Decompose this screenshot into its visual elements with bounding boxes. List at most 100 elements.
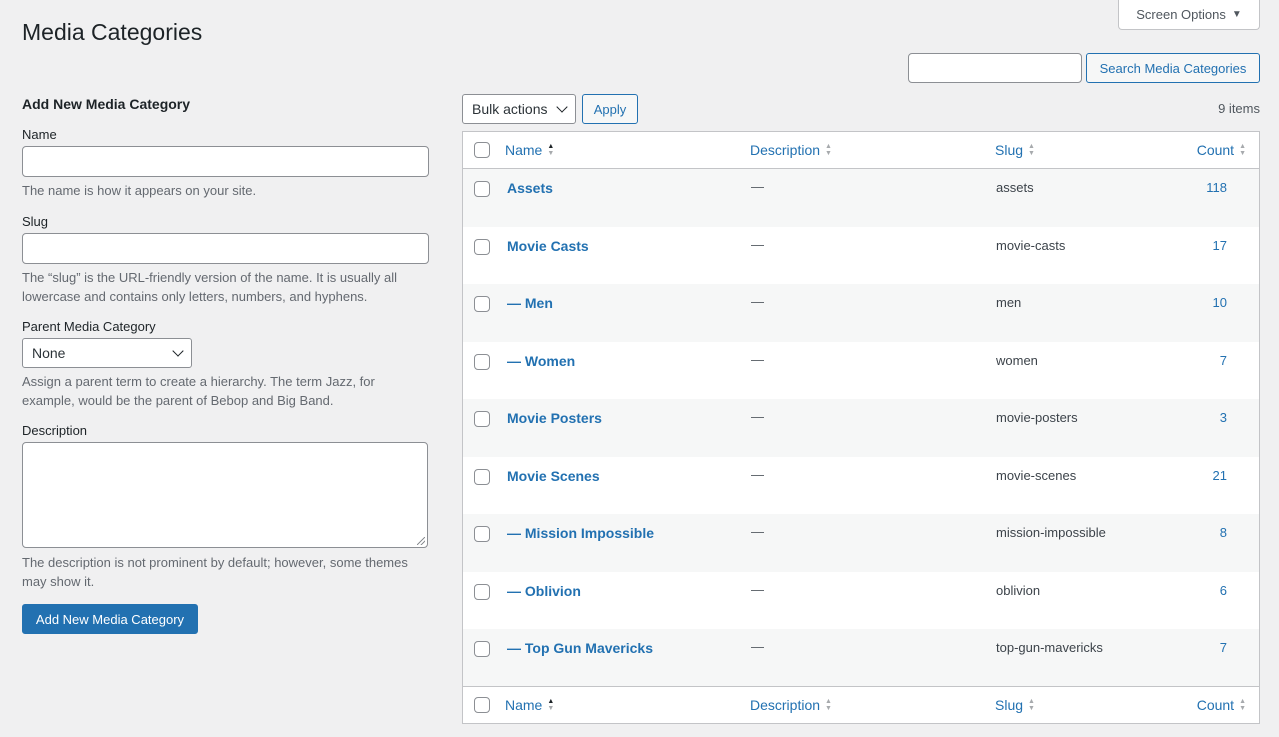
triangle-down-icon: ▼ bbox=[1231, 9, 1242, 20]
add-category-button[interactable]: Add New Media Category bbox=[22, 604, 198, 634]
table-header: Name ▲ ▼ Description ▲ ▼ Slug ▲ ▼ Count ▲ ▼ bbox=[463, 132, 1259, 169]
category-count-link[interactable]: 17 bbox=[1213, 238, 1227, 253]
category-count-link[interactable]: 7 bbox=[1220, 353, 1227, 368]
category-count-link[interactable]: 3 bbox=[1220, 410, 1227, 425]
row-checkbox[interactable] bbox=[474, 583, 490, 600]
category-name-link[interactable]: — Top Gun Mavericks bbox=[507, 640, 653, 656]
page-title: Media Categories bbox=[22, 19, 203, 45]
row-checkbox[interactable] bbox=[474, 641, 490, 657]
category-name-link[interactable]: Movie Casts bbox=[507, 238, 589, 254]
name-field[interactable] bbox=[22, 146, 429, 177]
table-footer: Name ▲ ▼ Description ▲ ▼ Slug ▲ ▼ Count ▲ ▼ bbox=[463, 686, 1259, 723]
sort-icon: ▲ ▼ bbox=[1028, 698, 1035, 712]
category-slug: movie-posters bbox=[996, 410, 1078, 425]
sort-icon: ▲ ▼ bbox=[1239, 698, 1246, 712]
column-description-label: Description bbox=[750, 142, 821, 158]
select-all-checkbox[interactable] bbox=[474, 142, 490, 158]
category-slug: movie-scenes bbox=[996, 467, 1077, 483]
select-all-checkbox[interactable] bbox=[474, 697, 490, 713]
category-description: — bbox=[751, 524, 764, 539]
category-count-link[interactable]: 118 bbox=[1206, 180, 1227, 195]
table-body: Assets — assets 118 Movie Casts — movie-casts 1… bbox=[463, 169, 1259, 687]
category-description: — bbox=[751, 639, 764, 654]
row-checkbox[interactable] bbox=[474, 526, 490, 542]
column-slug-label: Slug bbox=[995, 142, 1024, 158]
slug-field[interactable] bbox=[22, 233, 429, 264]
category-count-link[interactable]: 21 bbox=[1213, 468, 1227, 483]
table-row: — Women — women 7 bbox=[463, 342, 1259, 400]
table-row: Movie Posters — movie-posters 3 bbox=[463, 399, 1259, 457]
category-count-link[interactable]: 6 bbox=[1220, 583, 1227, 598]
row-checkbox[interactable] bbox=[474, 181, 490, 197]
category-name-link[interactable]: — Women bbox=[507, 353, 575, 369]
column-name-label: Name bbox=[505, 142, 543, 158]
column-slug-header[interactable]: Slug ▲ ▼ bbox=[995, 142, 1035, 158]
category-slug: mission-impossible bbox=[996, 525, 1106, 540]
category-name-link[interactable]: — Mission Impossible bbox=[507, 525, 654, 541]
column-slug-header[interactable]: Slug ▲ ▼ bbox=[995, 697, 1035, 713]
categories-table: Name ▲ ▼ Description ▲ ▼ Slug ▲ ▼ Count ▲ ▼ … bbox=[462, 131, 1260, 724]
column-count-header[interactable]: Count ▲ ▼ bbox=[1197, 697, 1246, 713]
table-row: Movie Scenes — movie-scenes 21 bbox=[463, 457, 1259, 515]
category-name-link[interactable]: — Oblivion bbox=[507, 583, 581, 599]
screen-options-label: Screen Options bbox=[1136, 7, 1226, 22]
category-slug: oblivion bbox=[996, 582, 1041, 598]
items-count: 9 items bbox=[1218, 101, 1260, 116]
column-name-header[interactable]: Name ▲ ▼ bbox=[505, 142, 554, 158]
category-name-link[interactable]: Movie Scenes bbox=[507, 468, 600, 484]
parent-hint: Assign a parent term to create a hierarc… bbox=[22, 374, 375, 408]
row-checkbox[interactable] bbox=[474, 353, 490, 370]
screen-options-button[interactable]: Screen Options ▼ bbox=[1118, 0, 1260, 30]
row-checkbox[interactable] bbox=[474, 296, 490, 312]
column-count-label: Count bbox=[1196, 142, 1235, 158]
name-label: Name bbox=[22, 127, 57, 142]
chevron-down-icon bbox=[172, 345, 184, 357]
table-row: — Top Gun Mavericks — top-gun-mavericks 7 bbox=[463, 629, 1259, 687]
category-name-link[interactable]: — Men bbox=[507, 295, 553, 311]
sort-icon: ▲ ▼ bbox=[547, 143, 555, 157]
search-button[interactable]: Search Media Categories bbox=[1086, 53, 1260, 83]
category-count-link[interactable]: 7 bbox=[1220, 640, 1227, 655]
column-count-header[interactable]: Count ▲ ▼ bbox=[1197, 142, 1246, 158]
category-count-link[interactable]: 10 bbox=[1213, 295, 1227, 310]
bulk-actions-select[interactable]: Bulk actions bbox=[462, 94, 576, 124]
slug-label: Slug bbox=[22, 214, 49, 229]
category-description: — bbox=[751, 581, 764, 597]
description-hint: The description is not prominent by defa… bbox=[22, 555, 408, 589]
parent-label: Parent Media Category bbox=[22, 319, 156, 334]
table-row: — Men — men 10 bbox=[463, 284, 1259, 342]
chevron-down-icon bbox=[556, 101, 568, 113]
resize-handle-icon[interactable] bbox=[417, 537, 425, 545]
category-slug: men bbox=[996, 295, 1022, 310]
sort-icon: ▲ ▼ bbox=[1028, 143, 1035, 157]
category-name-link[interactable]: Assets bbox=[507, 180, 553, 196]
column-description-header[interactable]: Description ▲ ▼ bbox=[750, 697, 832, 713]
sort-icon: ▲ ▼ bbox=[547, 698, 555, 712]
column-description-header[interactable]: Description ▲ ▼ bbox=[750, 142, 832, 158]
category-description: — bbox=[751, 409, 764, 424]
parent-select-value: None bbox=[32, 345, 66, 361]
bulk-actions-value: Bulk actions bbox=[472, 101, 548, 117]
category-slug: women bbox=[996, 352, 1038, 368]
category-description: — bbox=[751, 179, 764, 194]
category-name-link[interactable]: Movie Posters bbox=[507, 410, 602, 426]
category-slug: top-gun-mavericks bbox=[996, 640, 1103, 655]
row-checkbox[interactable] bbox=[474, 468, 490, 485]
category-description: — bbox=[751, 294, 764, 309]
apply-button[interactable]: Apply bbox=[582, 94, 638, 124]
name-hint: The name is how it appears on your site. bbox=[22, 183, 257, 198]
slug-hint: The “slug” is the URL-friendly version o… bbox=[22, 270, 397, 304]
table-row: Movie Casts — movie-casts 17 bbox=[463, 227, 1259, 285]
parent-select[interactable]: None bbox=[22, 338, 192, 368]
sort-icon: ▲ ▼ bbox=[825, 143, 832, 157]
row-checkbox[interactable] bbox=[474, 411, 490, 427]
column-name-header[interactable]: Name ▲ ▼ bbox=[505, 697, 554, 713]
description-label: Description bbox=[22, 423, 88, 438]
category-slug: assets bbox=[996, 180, 1034, 195]
row-checkbox[interactable] bbox=[474, 238, 490, 255]
description-field[interactable] bbox=[22, 442, 428, 548]
table-row: — Oblivion — oblivion 6 bbox=[463, 572, 1259, 630]
search-input[interactable] bbox=[908, 53, 1082, 83]
category-count-link[interactable]: 8 bbox=[1220, 525, 1227, 540]
column-description-label: Description bbox=[750, 697, 821, 713]
